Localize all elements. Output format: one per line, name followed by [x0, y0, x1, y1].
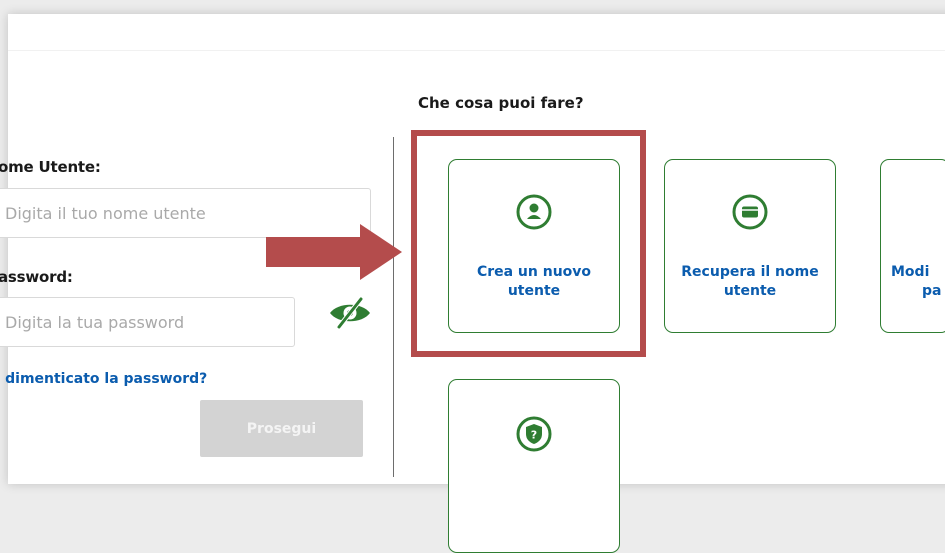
modify-password-label: Modi pa: [881, 263, 945, 301]
password-visibility-toggle[interactable]: [326, 294, 374, 332]
svg-text:?: ?: [531, 429, 537, 442]
user-icon: [516, 194, 552, 230]
card-label-line: utente: [723, 283, 777, 299]
continue-button[interactable]: Prosegui: [200, 400, 363, 457]
recover-username-card[interactable]: Recupera il nome utente: [664, 159, 836, 333]
password-label: assword:: [0, 268, 73, 286]
recover-username-label: Recupera il nome utente: [665, 263, 835, 301]
security-card[interactable]: ?: [448, 379, 620, 553]
annotation-arrow: [266, 224, 402, 286]
create-user-label: Crea un nuovo utente: [449, 263, 619, 301]
card-label-line: Modi: [891, 264, 930, 280]
modify-password-card[interactable]: Modi pa: [880, 159, 945, 333]
card-label-line: Crea un nuovo: [476, 264, 592, 280]
password-input[interactable]: [0, 298, 306, 346]
top-bar: [8, 14, 945, 51]
vertical-divider: [393, 137, 394, 477]
card-label-line: utente: [507, 283, 561, 299]
eye-slash-icon: [330, 296, 370, 330]
card-label-line: Recupera il nome: [681, 264, 819, 280]
shield-question-icon: ?: [516, 416, 552, 452]
create-user-card[interactable]: Crea un nuovo utente: [448, 159, 620, 333]
card-label-line: pa: [922, 283, 942, 299]
username-label: ome Utente:: [0, 158, 101, 176]
forgot-password-link[interactable]: ai dimenticato la password?: [0, 371, 207, 387]
card-icon: [732, 194, 768, 230]
password-field[interactable]: [0, 297, 306, 347]
options-title: Che cosa puoi fare?: [418, 94, 584, 112]
